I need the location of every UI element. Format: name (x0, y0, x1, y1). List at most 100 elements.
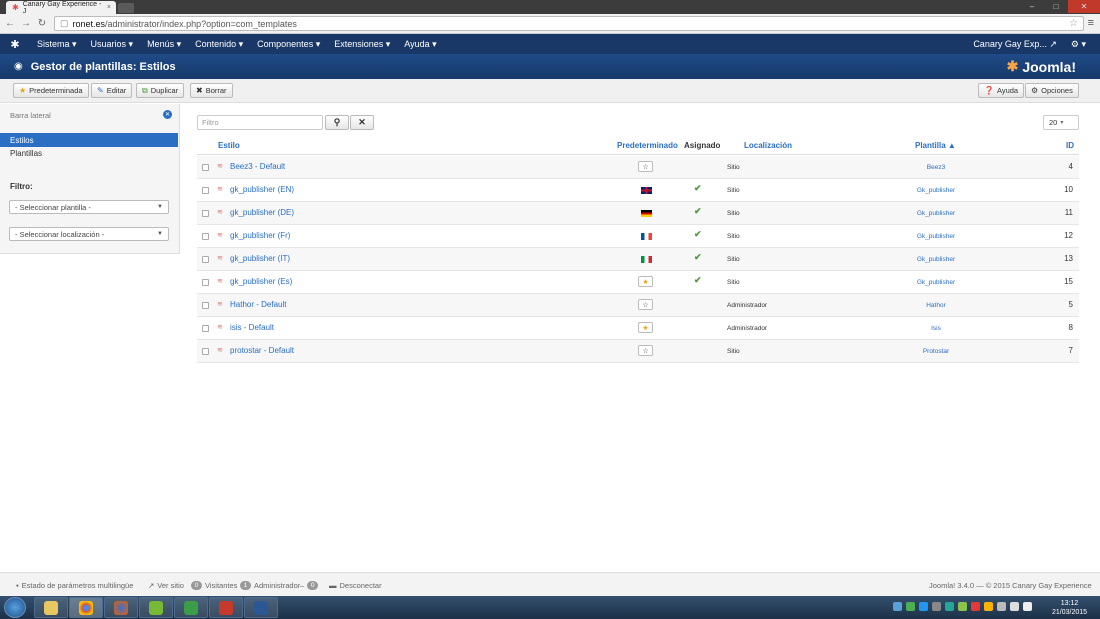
network-taskbar-icon[interactable] (174, 597, 208, 618)
forward-icon[interactable]: → (21, 18, 31, 29)
template-preview-icon[interactable]: ≋ (217, 300, 223, 308)
template-preview-icon[interactable]: ≋ (217, 346, 223, 354)
browser-tab[interactable]: ✱ Canary Gay Experience - J × (6, 1, 116, 15)
template-preview-icon[interactable]: ≋ (217, 208, 223, 216)
template-name-link[interactable]: Gk_publisher (897, 279, 975, 286)
default-star-icon[interactable]: ★ (638, 276, 653, 287)
nav-item-componentes[interactable]: Componentes ▾ (250, 39, 327, 50)
utorrent-taskbar-icon[interactable] (139, 597, 173, 618)
row-checkbox[interactable] (202, 302, 209, 309)
template-preview-icon[interactable]: ≋ (217, 162, 223, 170)
options-button[interactable]: ⚙ Opciones (1025, 83, 1079, 98)
row-checkbox[interactable] (202, 279, 209, 286)
style-name-link[interactable]: Beez3 - Default (230, 162, 285, 171)
clear-button[interactable]: ✕ (350, 115, 374, 130)
tray-icon[interactable] (945, 602, 954, 611)
style-name-link[interactable]: gk_publisher (DE) (230, 208, 294, 217)
style-name-link[interactable]: gk_publisher (IT) (230, 254, 290, 263)
new-tab-button[interactable] (118, 3, 134, 13)
nav-item-extensiones[interactable]: Extensiones ▾ (327, 39, 397, 50)
nav-item-ayuda[interactable]: Ayuda ▾ (397, 39, 443, 50)
row-checkbox[interactable] (202, 187, 209, 194)
site-name-link[interactable]: Canary Gay Exp... ↗ (973, 39, 1057, 50)
word-taskbar-icon[interactable] (244, 597, 278, 618)
taskbar-clock[interactable]: 13:12 21/03/2015 (1052, 599, 1087, 617)
filezilla-taskbar-icon[interactable] (209, 597, 243, 618)
style-name-link[interactable]: gk_publisher (EN) (230, 185, 294, 194)
template-preview-icon[interactable]: ≋ (217, 323, 223, 331)
style-name-link[interactable]: gk_publisher (Es) (230, 277, 292, 286)
row-checkbox[interactable] (202, 348, 209, 355)
row-checkbox[interactable] (202, 256, 209, 263)
template-preview-icon[interactable]: ≋ (217, 185, 223, 193)
tray-icon[interactable] (984, 602, 993, 611)
tray-icon[interactable] (971, 602, 980, 611)
search-button[interactable]: ⚲ (325, 115, 349, 130)
list-limit-select[interactable]: 20 ▾ (1043, 115, 1079, 130)
default-button[interactable]: ★ Predeterminada (13, 83, 89, 98)
template-name-link[interactable]: Protostar (897, 348, 975, 355)
default-star-icon[interactable]: ☆ (638, 299, 653, 310)
nav-item-sistema[interactable]: Sistema ▾ (30, 39, 84, 50)
network-icon[interactable] (1023, 602, 1032, 611)
edit-button[interactable]: ✎ Editar (91, 83, 133, 98)
nav-item-menus[interactable]: Menús ▾ (140, 39, 188, 50)
delete-button[interactable]: ✖ Borrar (190, 83, 233, 98)
col-id[interactable]: ID (1066, 141, 1074, 150)
template-preview-icon[interactable]: ≋ (217, 277, 223, 285)
back-icon[interactable]: ← (5, 18, 15, 29)
browser-menu-icon[interactable]: ≡ (1088, 17, 1094, 29)
default-star-icon[interactable]: ☆ (638, 345, 653, 356)
help-button[interactable]: ❓ Ayuda (978, 83, 1025, 98)
style-name-link[interactable]: Hathor - Default (230, 300, 286, 309)
template-name-link[interactable]: Gk_publisher (897, 187, 975, 194)
view-site-link[interactable]: ↗ Ver sitio (148, 581, 184, 590)
col-template[interactable]: Plantilla ▲ (915, 141, 956, 150)
duplicate-button[interactable]: ⧉ Duplicar (136, 83, 185, 98)
template-preview-icon[interactable]: ≋ (217, 254, 223, 262)
style-name-link[interactable]: isis - Default (230, 323, 274, 332)
col-default[interactable]: Predeterminado (617, 141, 678, 150)
user-menu-gear[interactable]: ⚙ ▾ (1071, 39, 1086, 50)
row-checkbox[interactable] (202, 164, 209, 171)
volume-icon[interactable] (1010, 602, 1019, 611)
tray-icon[interactable] (893, 602, 902, 611)
style-name-link[interactable]: protostar - Default (230, 346, 294, 355)
template-name-link[interactable]: Gk_publisher (897, 256, 975, 263)
logout-link[interactable]: ▬ Desconectar (329, 581, 382, 590)
tray-icon[interactable] (997, 602, 1006, 611)
tray-icon[interactable] (906, 602, 915, 611)
windows-start-icon[interactable] (4, 597, 26, 618)
flag-it-icon[interactable] (641, 256, 652, 263)
template-name-link[interactable]: Beez3 (897, 164, 975, 171)
template-name-link[interactable]: Isis (897, 325, 975, 332)
nav-item-contenido[interactable]: Contenido ▾ (188, 39, 250, 50)
tray-icon[interactable] (958, 602, 967, 611)
filter-search-input[interactable]: Filtro (197, 115, 323, 130)
reload-icon[interactable]: ↻ (37, 18, 47, 29)
default-star-icon[interactable]: ☆ (638, 161, 653, 172)
close-tab-icon[interactable]: × (107, 4, 111, 11)
default-star-icon[interactable]: ★ (638, 322, 653, 333)
tray-icon[interactable] (919, 602, 928, 611)
template-name-link[interactable]: Gk_publisher (897, 210, 975, 217)
flag-fr-icon[interactable] (641, 233, 652, 240)
sidebar-item-plantillas[interactable]: Plantillas (10, 149, 42, 158)
tray-icon[interactable] (932, 602, 941, 611)
maximize-icon[interactable]: □ (1044, 0, 1068, 13)
sidebar-item-estilos[interactable]: Estilos (0, 133, 178, 147)
template-preview-icon[interactable]: ≋ (217, 231, 223, 239)
chrome-taskbar-icon[interactable] (69, 597, 103, 618)
firefox-taskbar-icon[interactable] (104, 597, 138, 618)
location-select[interactable]: - Seleccionar localización - ▼ (9, 227, 169, 241)
col-location[interactable]: Localización (744, 141, 792, 150)
row-checkbox[interactable] (202, 233, 209, 240)
style-name-link[interactable]: gk_publisher (Fr) (230, 231, 290, 240)
flag-gb-icon[interactable] (641, 187, 652, 194)
template-name-link[interactable]: Hathor (897, 302, 975, 309)
nav-item-usuarios[interactable]: Usuarios ▾ (84, 39, 141, 50)
multilang-status-link[interactable]: ▪ Estado de parámetros multilingüe (16, 581, 133, 590)
bookmark-star-icon[interactable]: ☆ (1069, 18, 1078, 29)
explorer-taskbar-icon[interactable] (34, 597, 68, 618)
row-checkbox[interactable] (202, 325, 209, 332)
